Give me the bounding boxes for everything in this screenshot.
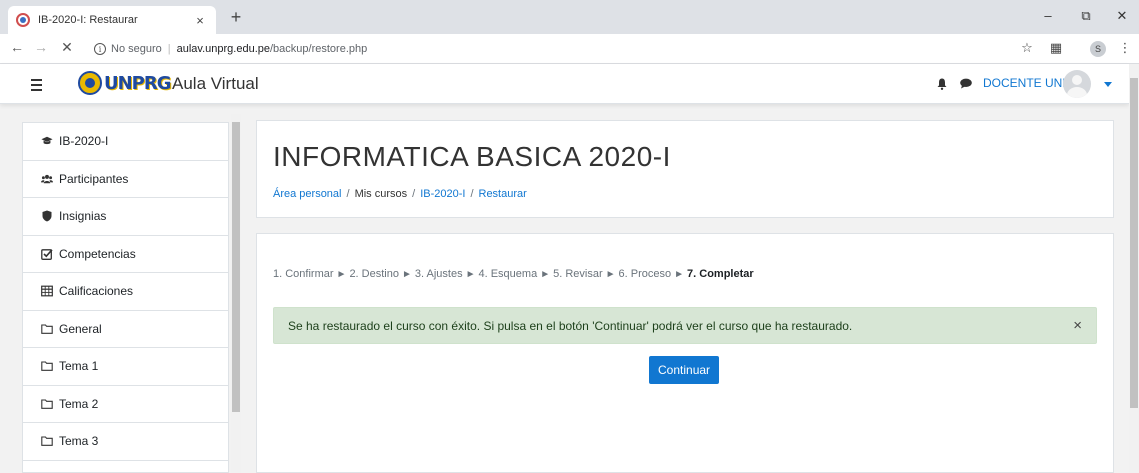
bookmark-star-icon[interactable]: ☆	[1018, 40, 1036, 56]
new-tab-button[interactable]: +	[226, 7, 246, 28]
url-field[interactable]: i No seguro | aulav.unprg.edu.pe /backup…	[94, 38, 1004, 60]
drawer-item-label: Tema 2	[59, 396, 99, 411]
breadcrumb-area-personal[interactable]: Área personal	[273, 188, 342, 200]
step-arrow-icon: ►	[401, 268, 412, 280]
drawer-item-label: Insignias	[59, 209, 107, 224]
page-title: INFORMATICA BASICA 2020-I	[273, 141, 671, 172]
extension-grid-icon[interactable]: ▦	[1047, 40, 1065, 56]
drawer-item-course[interactable]: IB-2020-I	[23, 123, 228, 161]
page-scrollbar[interactable]	[1129, 64, 1139, 473]
drawer-item-label: Tema 1	[59, 359, 99, 374]
users-icon	[41, 174, 53, 184]
info-icon[interactable]: i	[94, 43, 106, 55]
checkbox-icon	[41, 248, 53, 260]
success-alert: Se ha restaurado el curso con éxito. Si …	[273, 307, 1097, 344]
step-arrow-icon: ►	[540, 268, 551, 280]
restore-steps: 1. Confirmar ► 2. Destino ► 3. Ajustes ►…	[273, 268, 754, 280]
shield-icon	[42, 210, 52, 222]
bell-icon[interactable]	[937, 78, 947, 90]
hamburger-menu-icon[interactable]	[22, 72, 50, 98]
graduation-cap-icon	[41, 136, 53, 145]
step-confirmar: 1. Confirmar	[273, 268, 334, 280]
drawer-scrollbar[interactable]	[231, 114, 241, 473]
folder-icon	[41, 436, 53, 447]
close-window-button[interactable]: ✕	[1112, 8, 1132, 24]
drawer-item-competencias[interactable]: Competencias	[23, 236, 228, 273]
browser-tab-bar: IB-2020-I: Restaurar × + – ⧉ ✕	[0, 0, 1139, 34]
drawer-item-tema-1[interactable]: Tema 1	[23, 348, 228, 386]
step-arrow-icon: ►	[465, 268, 476, 280]
breadcrumb-course[interactable]: IB-2020-I	[420, 188, 465, 200]
url-separator: |	[167, 43, 171, 55]
security-status: No seguro	[111, 43, 162, 55]
site-name[interactable]: Aula Virtual	[172, 74, 259, 94]
back-arrow-icon[interactable]: ←	[8, 39, 26, 55]
profile-avatar[interactable]: S	[1090, 41, 1106, 57]
step-revisar: 5. Revisar	[553, 268, 603, 280]
page-scrollbar-thumb[interactable]	[1130, 78, 1138, 408]
forward-arrow-icon[interactable]: →	[32, 39, 50, 55]
step-arrow-icon: ►	[674, 268, 685, 280]
close-icon[interactable]: ×	[1073, 318, 1082, 333]
favicon-icon	[16, 13, 30, 27]
drawer-item-tema-2[interactable]: Tema 2	[23, 386, 228, 423]
drawer-scrollbar-thumb[interactable]	[232, 122, 240, 412]
step-arrow-icon: ►	[605, 268, 616, 280]
restore-window-button[interactable]: ⧉	[1076, 8, 1096, 24]
folder-icon	[41, 399, 53, 409]
drawer-item-tema-3[interactable]: Tema 3	[23, 423, 228, 461]
drawer-item-label: Tema 3	[59, 434, 99, 449]
nav-drawer: IB-2020-I Participantes Insignias Compet…	[22, 122, 229, 473]
breadcrumb-separator: /	[470, 188, 474, 200]
step-destino: 2. Destino	[349, 268, 399, 280]
address-bar: ← → ✕ i No seguro | aulav.unprg.edu.pe /…	[0, 34, 1139, 64]
chat-icon[interactable]	[960, 78, 972, 89]
drawer-item-label: Calificaciones	[59, 284, 134, 299]
drawer-item-participantes[interactable]: Participantes	[23, 161, 228, 198]
drawer-item-insignias[interactable]: Insignias	[23, 198, 228, 236]
step-completar: 7. Completar	[687, 268, 754, 280]
restore-content: 1. Confirmar ► 2. Destino ► 3. Ajustes ►…	[256, 233, 1114, 473]
browser-tab[interactable]: IB-2020-I: Restaurar ×	[8, 6, 216, 34]
drawer-item-label: General	[59, 321, 102, 336]
logo-text: UNPRG	[104, 72, 172, 94]
table-icon	[41, 285, 53, 297]
tab-close-icon[interactable]: ×	[192, 13, 208, 28]
stop-loading-icon[interactable]: ✕	[58, 39, 76, 56]
breadcrumb-separator: /	[412, 188, 416, 200]
chevron-down-icon[interactable]	[1104, 82, 1112, 87]
minimize-button[interactable]: –	[1038, 8, 1058, 23]
tab-title: IB-2020-I: Restaurar	[38, 14, 138, 26]
site-navbar: UNPRG Aula Virtual DOCENTE UNPRG	[0, 64, 1129, 104]
user-avatar[interactable]	[1063, 70, 1091, 98]
folder-icon	[41, 324, 53, 334]
drawer-item-label: IB-2020-I	[59, 134, 109, 149]
breadcrumb-separator: /	[346, 188, 350, 200]
breadcrumb-restaurar[interactable]: Restaurar	[479, 188, 527, 200]
url-path: /backup/restore.php	[270, 43, 368, 55]
university-seal-icon	[78, 71, 102, 95]
folder-icon	[41, 361, 53, 372]
site-logo[interactable]: UNPRG	[78, 71, 172, 95]
drawer-item-label: Competencias	[59, 246, 136, 261]
drawer-item-general[interactable]: General	[23, 311, 228, 348]
alert-message: Se ha restaurado el curso con éxito. Si …	[288, 318, 853, 333]
step-ajustes: 3. Ajustes	[414, 268, 463, 280]
continue-button[interactable]: Continuar	[649, 356, 720, 384]
drawer-item-calificaciones[interactable]: Calificaciones	[23, 273, 228, 311]
breadcrumb: Área personal / Mis cursos / IB-2020-I /…	[273, 188, 527, 200]
step-proceso: 6. Proceso	[618, 268, 672, 280]
url-host: aulav.unprg.edu.pe	[176, 43, 270, 55]
browser-menu-icon[interactable]: ⋮	[1116, 40, 1134, 56]
page-header: INFORMATICA BASICA 2020-I Área personal …	[256, 120, 1114, 218]
step-esquema: 4. Esquema	[478, 268, 538, 280]
drawer-item-label: Participantes	[59, 171, 129, 186]
step-arrow-icon: ►	[336, 268, 347, 280]
breadcrumb-mis-cursos: Mis cursos	[354, 188, 408, 200]
